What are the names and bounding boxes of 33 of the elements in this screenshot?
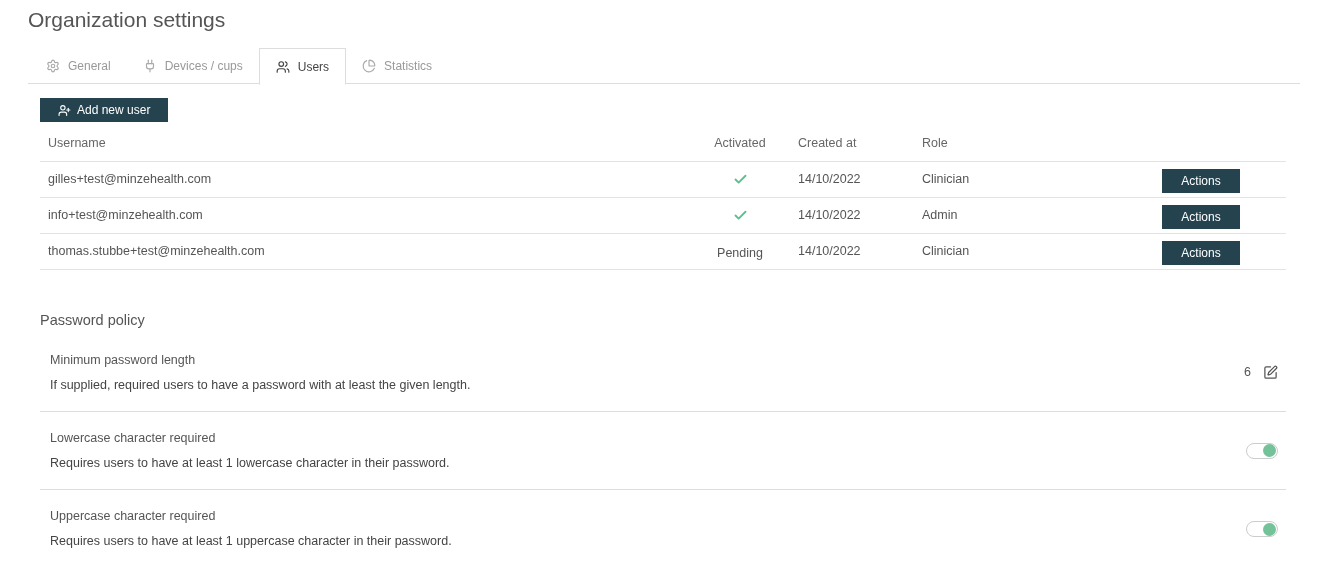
column-header: Username	[48, 135, 106, 153]
setting-description: Requires users to have at least 1 uppercase character in their password.	[50, 533, 452, 550]
setting-description: If supplied, required users to have a password with at least the given length.	[50, 376, 471, 394]
add-user-button[interactable]: Add new user	[40, 98, 169, 122]
table-cell-text: Admin	[922, 207, 958, 225]
column-header: Activated	[714, 135, 766, 153]
table-cell-text: gilles+test@minzehealth.com	[48, 171, 212, 189]
add-user-icon	[58, 103, 71, 117]
table-cell-text: 14/10/2022	[798, 243, 861, 261]
setting-description: Requires users to have at least 1 lowercase character in their password.	[50, 454, 450, 472]
column-header: Role	[922, 135, 948, 153]
table-cell-text: Pending	[717, 245, 763, 263]
edit-icon[interactable]	[1263, 365, 1278, 380]
table-cell-text: thomas.stubbe+test@minzehealth.com	[48, 243, 265, 261]
setting-title: Uppercase character required	[50, 508, 217, 526]
table-cell-text: 14/10/2022	[798, 171, 861, 189]
setting-title: Lowercase character required	[50, 429, 217, 447]
page-title: Organization settings	[28, 7, 226, 33]
table-cell-text: Clinician	[922, 171, 970, 189]
table-cell-text: info+test@minzehealth.com	[48, 207, 203, 225]
table-cell-text: 14/10/2022	[798, 207, 861, 225]
section-heading: Password policy	[40, 311, 145, 330]
column-header: Created at	[798, 135, 857, 153]
actions-button[interactable]: Actions	[1162, 240, 1240, 265]
gear-icon	[46, 59, 60, 73]
users-icon	[275, 59, 290, 74]
setting-title: Minimum password length	[50, 351, 197, 369]
tab[interactable]: Users	[258, 48, 347, 85]
actions-button[interactable]: Actions	[1162, 168, 1240, 193]
setting-value: 6	[1244, 364, 1251, 382]
actions-button[interactable]: Actions	[1162, 204, 1240, 229]
table-cell-text: Clinician	[922, 243, 970, 261]
pie-chart-icon	[362, 59, 377, 73]
